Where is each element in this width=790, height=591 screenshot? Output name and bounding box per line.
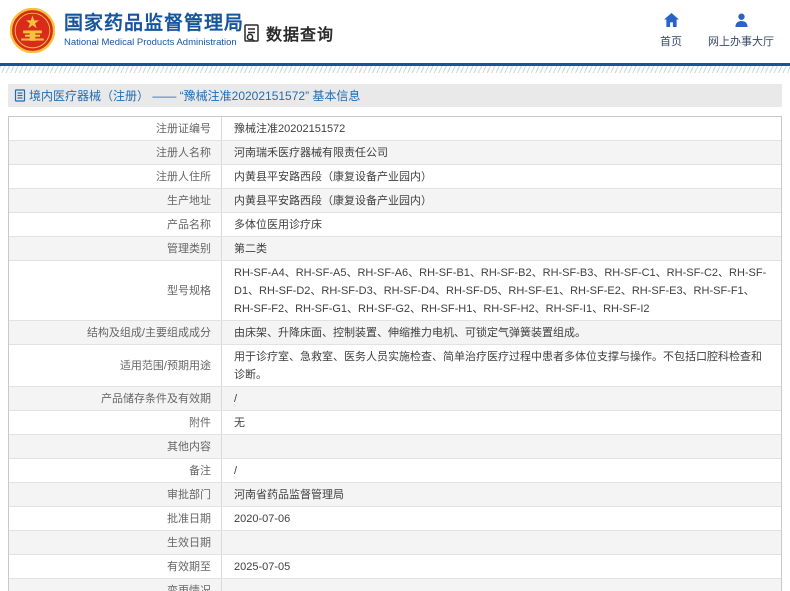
field-label: 结构及组成/主要组成成分 xyxy=(86,326,211,339)
table-row: 其他内容 xyxy=(9,434,781,458)
field-value: / xyxy=(221,387,781,410)
field-label: 批准日期 xyxy=(167,512,211,525)
table-row: 注册人住所 内黄县平安路西段（康复设备产业园内） xyxy=(9,164,781,188)
field-label: 生产地址 xyxy=(167,194,211,207)
nav-home-label: 首页 xyxy=(660,36,682,48)
table-row: 备注 / xyxy=(9,458,781,482)
field-label: 注册证编号 xyxy=(156,122,211,135)
data-query-icon xyxy=(244,24,259,43)
person-icon xyxy=(734,13,748,27)
field-label: 注册人名称 xyxy=(156,146,211,159)
field-value: 2020-07-06 xyxy=(221,507,781,530)
field-label: 备注 xyxy=(189,464,211,477)
field-label: 注册人住所 xyxy=(156,170,211,183)
table-row: 注册人名称 河南瑞禾医疗器械有限责任公司 xyxy=(9,140,781,164)
field-value: 第二类 xyxy=(221,237,781,260)
field-value: RH-SF-A4、RH-SF-A5、RH-SF-A6、RH-SF-B1、RH-S… xyxy=(221,261,781,320)
breadcrumb-title: 境内医疗器械（注册） —— “豫械注准20202151572” 基本信息 xyxy=(29,89,361,103)
table-row: 审批部门 河南省药品监督管理局 xyxy=(9,482,781,506)
field-label: 其他内容 xyxy=(167,440,211,453)
field-value: 用于诊疗室、急救室、医务人员实施检查、简单治疗医疗过程中患者多体位支撑与操作。不… xyxy=(221,345,781,386)
field-label: 附件 xyxy=(189,416,211,429)
field-label: 有效期至 xyxy=(167,560,211,573)
page-header: 国家药品监督管理局 National Medical Products Admi… xyxy=(0,0,790,63)
field-value: / xyxy=(221,459,781,482)
field-value xyxy=(221,435,781,458)
table-row: 生效日期 xyxy=(9,530,781,554)
field-label: 产品名称 xyxy=(167,218,211,231)
field-value xyxy=(221,531,781,554)
field-value: 2025-07-05 xyxy=(221,555,781,578)
registration-info-table: 注册证编号 豫械注准20202151572 注册人名称 河南瑞禾医疗器械有限责任… xyxy=(8,116,782,591)
field-label: 生效日期 xyxy=(167,536,211,549)
field-label: 审批部门 xyxy=(167,488,211,501)
field-label: 产品储存条件及有效期 xyxy=(101,392,211,405)
field-value: 内黄县平安路西段（康复设备产业园内） xyxy=(221,189,781,212)
field-value xyxy=(221,579,781,591)
home-icon xyxy=(663,13,679,27)
national-emblem-icon xyxy=(10,8,55,53)
table-row: 产品名称 多体位医用诊疗床 xyxy=(9,212,781,236)
table-row: 适用范围/预期用途 用于诊疗室、急救室、医务人员实施检查、简单治疗医疗过程中患者… xyxy=(9,344,781,386)
table-row: 生产地址 内黄县平安路西段（康复设备产业园内） xyxy=(9,188,781,212)
field-label: 型号规格 xyxy=(167,284,211,297)
table-row: 产品储存条件及有效期 / xyxy=(9,386,781,410)
table-row: 变更情况 xyxy=(9,578,781,591)
table-row: 管理类别 第二类 xyxy=(9,236,781,260)
field-value: 河南省药品监督管理局 xyxy=(221,483,781,506)
table-row: 注册证编号 豫械注准20202151572 xyxy=(9,117,781,140)
table-row: 批准日期 2020-07-06 xyxy=(9,506,781,530)
field-value: 由床架、升降床面、控制装置、伸缩推力电机、可锁定气弹簧装置组成。 xyxy=(221,321,781,344)
org-name-cn: 国家药品监督管理局 xyxy=(64,13,245,34)
nav-item-home[interactable]: 首页 xyxy=(660,13,682,49)
field-value: 多体位医用诊疗床 xyxy=(221,213,781,236)
header-hatch-strip xyxy=(0,66,790,73)
nav-service-hall-label: 网上办事大厅 xyxy=(708,36,774,48)
breadcrumb: 境内医疗器械（注册） —— “豫械注准20202151572” 基本信息 xyxy=(8,84,782,107)
field-label: 适用范围/预期用途 xyxy=(119,359,211,372)
field-value: 豫械注准20202151572 xyxy=(221,117,781,140)
field-label: 管理类别 xyxy=(167,242,211,255)
header-brand[interactable]: 国家药品监督管理局 National Medical Products Admi… xyxy=(10,8,244,53)
field-value: 内黄县平安路西段（康复设备产业园内） xyxy=(221,165,781,188)
document-icon xyxy=(14,89,26,102)
table-row: 附件 无 xyxy=(9,410,781,434)
field-label: 变更情况 xyxy=(167,584,211,591)
field-value: 河南瑞禾医疗器械有限责任公司 xyxy=(221,141,781,164)
data-query-label: 数据查询 xyxy=(266,27,335,44)
table-row: 结构及组成/主要组成成分 由床架、升降床面、控制装置、伸缩推力电机、可锁定气弹簧… xyxy=(9,320,781,344)
org-name-en: National Medical Products Administration xyxy=(64,37,237,48)
top-nav: 首页 网上办事大厅 xyxy=(660,13,774,49)
table-row: 有效期至 2025-07-05 xyxy=(9,554,781,578)
data-query-entry[interactable]: 数据查询 xyxy=(242,21,334,45)
nav-item-service-hall[interactable]: 网上办事大厅 xyxy=(708,13,774,49)
table-row: 型号规格 RH-SF-A4、RH-SF-A5、RH-SF-A6、RH-SF-B1… xyxy=(9,260,781,320)
field-value: 无 xyxy=(221,411,781,434)
